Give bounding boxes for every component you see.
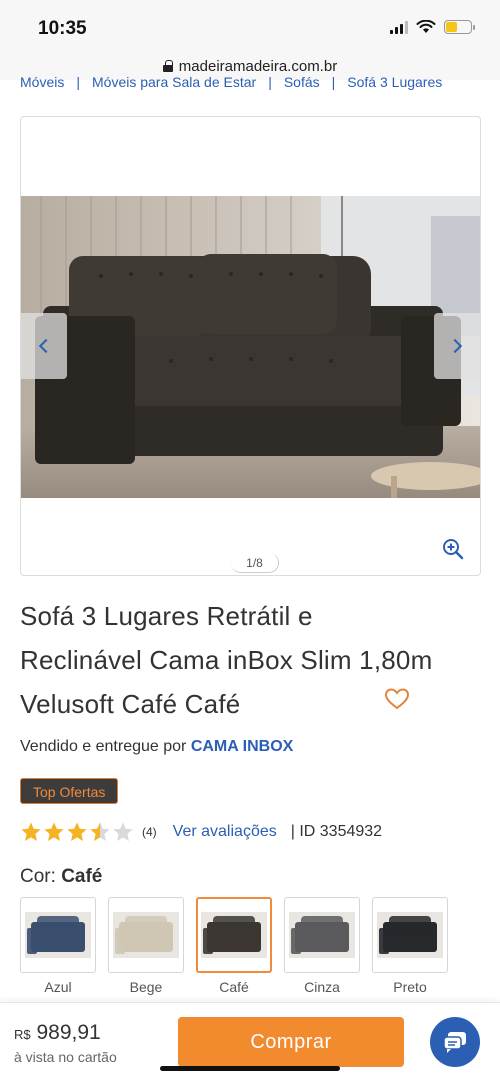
star-icon bbox=[21, 822, 41, 841]
rating-row: (4) Ver avaliações | ID 3354932 bbox=[20, 818, 382, 846]
swatch-thumbnail[interactable] bbox=[284, 897, 360, 973]
home-indicator bbox=[160, 1066, 340, 1071]
price-currency: R$ bbox=[14, 1027, 31, 1042]
color-selected: Café bbox=[61, 866, 103, 887]
swatch-label: Azul bbox=[44, 979, 72, 995]
swatch-label: Bege bbox=[129, 979, 163, 995]
gallery-prev-button[interactable] bbox=[21, 313, 67, 379]
product-gallery[interactable]: 1/8 bbox=[20, 116, 481, 576]
star-icon bbox=[67, 822, 87, 841]
gallery-next-button[interactable] bbox=[434, 313, 480, 379]
swatch-label: Cinza bbox=[304, 979, 340, 995]
zoom-in-icon[interactable] bbox=[442, 538, 464, 560]
buy-button[interactable]: Comprar bbox=[178, 1017, 404, 1067]
chat-button[interactable] bbox=[430, 1017, 480, 1067]
breadcrumb-item[interactable]: Móveis para Sala de Estar bbox=[92, 75, 256, 89]
star-icon bbox=[113, 822, 133, 841]
url-text: madeiramadeira.com.br bbox=[178, 57, 338, 75]
swatch-thumbnail[interactable] bbox=[20, 897, 96, 973]
swatch-thumbnail[interactable] bbox=[196, 897, 272, 973]
swatch-thumbnail[interactable] bbox=[108, 897, 184, 973]
status-icons bbox=[390, 20, 475, 34]
breadcrumb-item[interactable]: Sofá 3 Lugares bbox=[347, 75, 442, 89]
color-swatch-azul[interactable]: Azul bbox=[20, 897, 96, 995]
lock-icon bbox=[162, 60, 173, 72]
product-photo[interactable] bbox=[21, 196, 480, 498]
breadcrumb-item[interactable]: Móveis bbox=[20, 75, 64, 89]
swatch-label: Café bbox=[219, 979, 249, 995]
status-time: 10:35 bbox=[38, 18, 87, 39]
breadcrumb-item[interactable]: Sofás bbox=[284, 75, 320, 89]
reviews-link[interactable]: Ver avaliações bbox=[173, 823, 277, 841]
product-id: | ID 3354932 bbox=[290, 823, 383, 840]
chevron-left-icon bbox=[38, 338, 54, 354]
color-swatch-cinza[interactable]: Cinza bbox=[284, 897, 360, 995]
status-bar: 10:35 bbox=[0, 0, 500, 52]
product-title: Sofá 3 Lugares Retrátil e Reclinável Cam… bbox=[20, 601, 433, 719]
color-swatch-bege[interactable]: Bege bbox=[108, 897, 184, 995]
breadcrumb: Móveis | Móveis para Sala de Estar | Sofás | S… bbox=[20, 74, 443, 90]
seller-info: Vendido e entregue por CAMA INBOX bbox=[20, 738, 293, 756]
battery-icon bbox=[444, 20, 475, 34]
color-swatch-caf[interactable]: Café bbox=[196, 897, 272, 995]
gallery-counter: 1/8 bbox=[231, 553, 279, 573]
star-icon bbox=[44, 822, 64, 841]
chevron-right-icon bbox=[447, 338, 463, 354]
price: R$ 989,91 bbox=[14, 1021, 101, 1045]
battery-fill bbox=[446, 22, 457, 32]
top-ofertas-badge: Top Ofertas bbox=[20, 778, 119, 804]
color-swatches: Azul Bege Café Cinza Preto bbox=[20, 897, 448, 995]
heart-icon[interactable] bbox=[384, 687, 410, 711]
signal-icon bbox=[390, 20, 408, 34]
price-value: 989,91 bbox=[36, 1021, 101, 1044]
chat-icon bbox=[443, 1032, 466, 1053]
color-label: Cor: Café bbox=[20, 866, 103, 887]
price-note: à vista no cartão bbox=[14, 1049, 117, 1065]
rating-stars bbox=[20, 821, 134, 843]
star-icon bbox=[90, 822, 110, 841]
seller-prefix: Vendido e entregue por bbox=[20, 738, 187, 755]
rating-count: (4) bbox=[142, 825, 157, 839]
color-swatch-preto[interactable]: Preto bbox=[372, 897, 448, 995]
wifi-icon bbox=[416, 20, 436, 33]
swatch-thumbnail[interactable] bbox=[372, 897, 448, 973]
seller-link[interactable]: CAMA INBOX bbox=[191, 738, 294, 755]
swatch-label: Preto bbox=[393, 979, 427, 995]
